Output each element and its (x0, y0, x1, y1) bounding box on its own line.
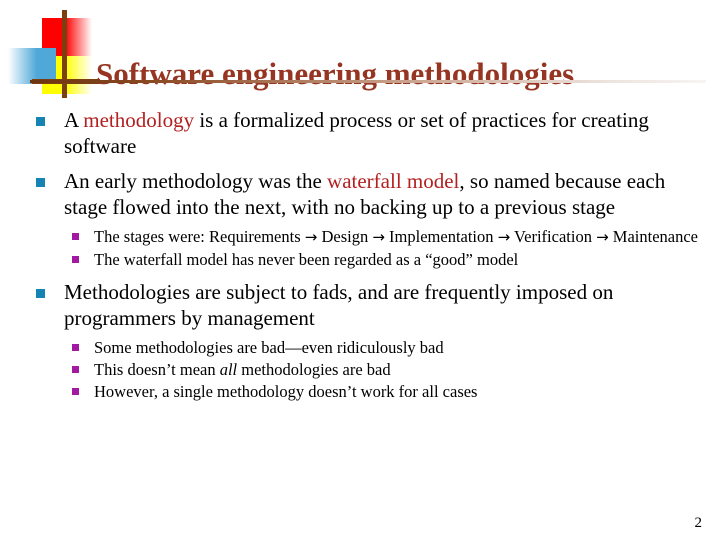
bullet-text-run: Some methodologies are bad—even ridiculo… (94, 338, 444, 357)
bullet-text-level2: However, a single methodology doesn’t wo… (94, 382, 477, 401)
square-bullet-icon (36, 178, 45, 187)
bullet-text-run: The waterfall model has never been regar… (94, 250, 519, 269)
bullet-item-level1: An early methodology was the waterfall m… (30, 169, 706, 220)
bullet-text-run: An early methodology was the (64, 169, 328, 193)
bullet-text-level2: This doesn’t mean all methodologies are … (94, 360, 391, 379)
bullet-item-level2: Some methodologies are bad—even ridiculo… (66, 337, 706, 358)
logo-vertical-bar-icon (62, 10, 67, 98)
bullet-list-level1: A methodology is a formalized process or… (30, 108, 706, 402)
bullet-text-run: However, a single methodology doesn’t wo… (94, 382, 478, 401)
page-number: 2 (694, 515, 703, 531)
bullet-text-level1: Methodologies are subject to fads, and a… (64, 280, 613, 330)
slide-title: Software engineering methodologies (96, 55, 575, 91)
bullet-text-run: methodologies are bad (237, 360, 391, 379)
bullet-list-level2: The stages were: Requirements → Design →… (66, 226, 706, 270)
bullet-text-level1: An early methodology was the waterfall m… (64, 169, 665, 219)
bullet-text-run: Implementation (384, 227, 498, 246)
bullet-text-level2: Some methodologies are bad—even ridiculo… (94, 338, 444, 357)
right-arrow-icon: → (596, 228, 609, 246)
bullet-text-run: This doesn’t mean (94, 360, 220, 379)
square-subbullet-icon (72, 233, 79, 240)
right-arrow-icon: → (497, 228, 511, 246)
square-subbullet-icon (72, 366, 79, 373)
square-subbullet-icon (72, 388, 79, 395)
bullet-text-run: The stages were: Requirements (94, 227, 305, 246)
bullet-text-run: Methodologies are subject to fads, and a… (64, 280, 614, 330)
bullet-text-run: Maintenance (608, 227, 698, 246)
bullet-list-level2: Some methodologies are bad—even ridiculo… (66, 337, 706, 402)
bullet-item-level1: Methodologies are subject to fads, and a… (30, 280, 706, 331)
bullet-text-run: Verification (510, 227, 597, 246)
bullet-item-level2: This doesn’t mean all methodologies are … (66, 359, 706, 380)
right-arrow-icon: → (372, 228, 385, 246)
square-bullet-icon (36, 289, 45, 298)
right-arrow-icon: → (304, 228, 318, 246)
square-subbullet-icon (72, 256, 79, 263)
slide-body: A methodology is a formalized process or… (30, 108, 706, 410)
square-bullet-icon (36, 117, 45, 126)
bullet-text-level2: The waterfall model has never been regar… (94, 250, 518, 269)
bullet-item-level2: However, a single methodology doesn’t wo… (66, 381, 706, 402)
bullet-text-run: Design (317, 227, 373, 246)
title-divider-rule (30, 80, 706, 83)
highlighted-term: waterfall model (327, 169, 460, 193)
highlighted-term: methodology (83, 108, 195, 132)
bullet-item-level2: The waterfall model has never been regar… (66, 249, 706, 270)
bullet-item-level2: The stages were: Requirements → Design →… (66, 226, 706, 248)
bullet-item-level1: A methodology is a formalized process or… (30, 108, 706, 159)
square-subbullet-icon (72, 344, 79, 351)
bullet-text-level2: The stages were: Requirements → Design →… (94, 227, 698, 246)
emphasized-term: all (219, 360, 238, 379)
bullet-text-level1: A methodology is a formalized process or… (64, 108, 649, 158)
bullet-text-run: A (64, 108, 84, 132)
